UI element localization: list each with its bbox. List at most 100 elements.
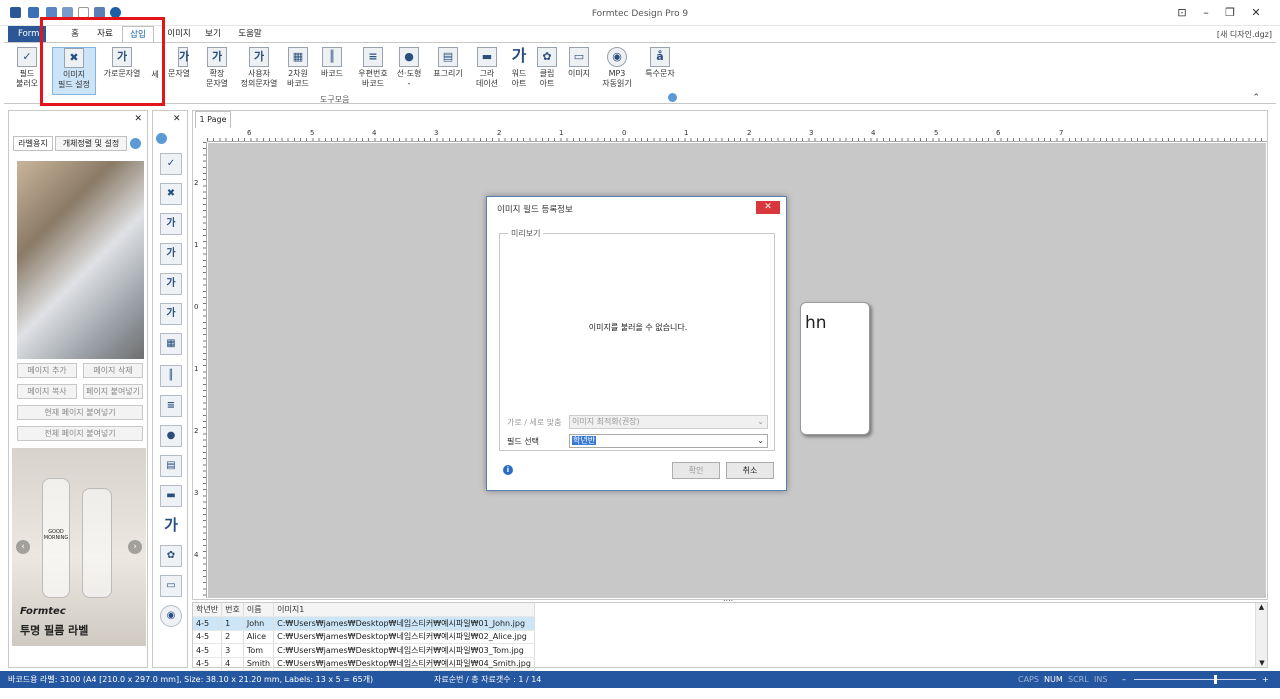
add-page-button[interactable]: 페이지 추가 — [17, 363, 77, 378]
field-select[interactable]: 학년반 ⌄ — [569, 434, 768, 448]
ad-banner[interactable]: GOOD MORNING ‹ › Formtec 투명 필름 라벨 — [12, 448, 146, 646]
image-button[interactable]: ▭ 이미지 — [562, 47, 596, 79]
delete-page-button[interactable]: 페이지 삭제 — [83, 363, 143, 378]
table-cell[interactable]: Smith — [243, 657, 275, 671]
tab-help[interactable]: 도움말 — [232, 26, 268, 42]
table-cell[interactable]: 4 — [221, 657, 244, 671]
custom-text-button[interactable]: 가 사용자 정의문자열 — [238, 47, 280, 89]
table-tool-icon[interactable]: ▤ — [160, 455, 182, 477]
mp3-button[interactable]: ◉ MP3 자동읽기 — [598, 47, 636, 89]
tab-label-paper[interactable]: 라벨용지 — [13, 136, 53, 151]
postal-barcode-tool-icon[interactable]: ≡ — [160, 395, 182, 417]
cancel-button[interactable]: 취소 — [726, 462, 774, 479]
table-cell[interactable]: 4-5 — [193, 616, 223, 631]
shape-icon: ● — [399, 47, 419, 67]
zoom-slider-handle[interactable] — [1214, 675, 1217, 684]
table-button[interactable]: ▤ 표그리기 — [428, 47, 468, 79]
tab-image[interactable]: 이미지 — [162, 26, 196, 42]
vertical-text-tool-icon[interactable]: 가 — [160, 243, 182, 265]
custom-text-tool-icon[interactable]: 가 — [160, 303, 182, 325]
minimize-button[interactable]: – — [1194, 4, 1218, 22]
shape-tool-icon[interactable]: ● — [160, 425, 182, 447]
table-row[interactable]: 4-5 3 Tom C:₩Users₩james₩Desktop₩네임스티커₩예시파일… — [193, 643, 535, 658]
info-icon[interactable]: i — [503, 465, 513, 475]
ruler-tick-label: 1 — [559, 129, 564, 137]
table-cell[interactable]: 4-5 — [193, 630, 223, 644]
extended-text-icon: 가 — [207, 47, 227, 67]
dialog-close-button[interactable]: ✕ — [756, 201, 780, 214]
paste-page-button[interactable]: 페이지 붙여넣기 — [83, 384, 143, 399]
table-cell[interactable]: 4-5 — [193, 657, 223, 671]
copy-page-button[interactable]: 페이지 복사 — [17, 384, 77, 399]
field-load-button[interactable]: ✓ 필드 불러오 — [10, 47, 44, 89]
ribbon-label: 워드 아트 — [511, 69, 527, 88]
qr-code-button[interactable]: ▦ 2차원 바코드 — [284, 47, 312, 89]
tab-view[interactable]: 보기 — [198, 26, 228, 42]
page-tab[interactable]: 1 Page — [195, 111, 231, 128]
table-cell[interactable]: C:₩Users₩james₩Desktop₩네임스티커₩예시파일₩01_Joh… — [273, 616, 535, 631]
zoom-out-icon[interactable]: – — [1122, 671, 1126, 688]
postal-barcode-button[interactable]: ≡ 우편번호 바코드 — [352, 47, 394, 89]
table-cell[interactable]: Alice — [243, 630, 275, 644]
clipart-button[interactable]: ✿ 클립 아트 — [532, 47, 562, 89]
prev-icon[interactable]: ‹ — [16, 540, 30, 554]
table-cell[interactable]: John — [243, 616, 275, 631]
column-header[interactable]: 번호 — [221, 603, 244, 617]
scroll-down-icon[interactable]: ▼ — [1256, 659, 1268, 667]
barcode-button[interactable]: ║ 바코드 — [316, 47, 348, 79]
table-row[interactable]: 4-5 4 Smith C:₩Users₩james₩Desktop₩네임스티커₩예시… — [193, 657, 535, 671]
table-cell[interactable]: C:₩Users₩james₩Desktop₩네임스티커₩예시파일₩03_Tom… — [273, 643, 535, 658]
qr-code-tool-icon[interactable]: ▦ — [160, 333, 182, 355]
label-object[interactable]: hn — [800, 302, 870, 435]
mp3-tool-icon[interactable]: ◉ — [160, 605, 182, 627]
table-cell[interactable]: Tom — [243, 643, 275, 658]
table-cell[interactable]: 2 — [221, 630, 244, 644]
field-load-tool-icon[interactable]: ✓ — [160, 153, 182, 175]
close-tools-icon[interactable]: ✕ — [173, 114, 181, 124]
group-settings-icon[interactable] — [668, 93, 677, 102]
table-cell[interactable]: C:₩Users₩james₩Desktop₩네임스티커₩예시파일₩04_Smi… — [273, 657, 535, 671]
table-cell[interactable]: 3 — [221, 643, 244, 658]
grid-scrollbar[interactable]: ▲ ▼ — [1255, 603, 1267, 667]
table-cell[interactable]: 4-5 — [193, 643, 223, 658]
restore-ribbon-icon[interactable]: ⊡ — [1170, 4, 1194, 22]
image-field-tool-icon[interactable]: ✖ — [160, 183, 182, 205]
scroll-up-icon[interactable]: ▲ — [1256, 603, 1267, 611]
fit-select[interactable]: 이미지 최적화(권장) ⌄ — [569, 415, 768, 429]
table-cell[interactable]: 1 — [221, 616, 244, 631]
extended-text-tool-icon[interactable]: 가 — [160, 273, 182, 295]
special-char-button[interactable]: å 특수문자 — [640, 47, 680, 79]
table-row[interactable]: 4-5 1 John C:₩Users₩james₩Desktop₩네임스티커₩예시파… — [193, 616, 535, 631]
paste-current-page-button[interactable]: 현재 페이지 붙여넣기 — [17, 405, 143, 420]
paste-all-pages-button[interactable]: 전체 페이지 붙여넣기 — [17, 426, 143, 441]
table-row[interactable]: 4-5 2 Alice C:₩Users₩james₩Desktop₩네임스티커₩예시… — [193, 630, 535, 644]
close-panel-icon[interactable]: ✕ — [134, 114, 142, 124]
shape-button[interactable]: ● 선·도형 - — [394, 47, 424, 89]
close-button[interactable]: ✕ — [1244, 4, 1268, 22]
extended-text-button[interactable]: 가 확장 문자열 — [200, 47, 234, 89]
table-cell[interactable]: C:₩Users₩james₩Desktop₩네임스티커₩예시파일₩02_Ali… — [273, 630, 535, 644]
column-header[interactable]: 이름 — [243, 603, 275, 617]
clipart-tool-icon[interactable]: ✿ — [160, 545, 182, 567]
arrow-right-icon[interactable] — [130, 138, 141, 149]
wordart-button[interactable]: 가 워드 아트 — [504, 47, 534, 89]
collapse-ribbon-icon[interactable]: ⌃ — [1252, 93, 1260, 103]
label-text[interactable]: hn — [805, 313, 827, 333]
gradient-tool-icon[interactable]: ▬ — [160, 485, 182, 507]
maximize-button[interactable]: ❐ — [1218, 4, 1242, 22]
column-header[interactable]: 학년반 — [193, 603, 223, 617]
column-header[interactable]: 이미지1 — [273, 603, 535, 617]
tab-object-align[interactable]: 개체정렬 및 설정 — [55, 136, 127, 151]
zoom-slider[interactable] — [1134, 679, 1256, 680]
arrow-left-icon[interactable] — [156, 133, 167, 144]
gradient-button[interactable]: ▬ 그라 데이션 — [472, 47, 502, 89]
text-button[interactable]: 가 문자열 — [164, 47, 194, 79]
barcode-tool-icon[interactable]: ║ — [160, 365, 182, 387]
ok-button[interactable]: 확인 — [672, 462, 720, 479]
next-icon[interactable]: › — [128, 540, 142, 554]
splitter-handle[interactable]: .... — [723, 594, 733, 603]
wordart-tool-icon[interactable]: 가 — [160, 515, 182, 537]
zoom-in-icon[interactable]: + — [1262, 671, 1269, 688]
image-tool-icon[interactable]: ▭ — [160, 575, 182, 597]
horizontal-text-tool-icon[interactable]: 가 — [160, 213, 182, 235]
